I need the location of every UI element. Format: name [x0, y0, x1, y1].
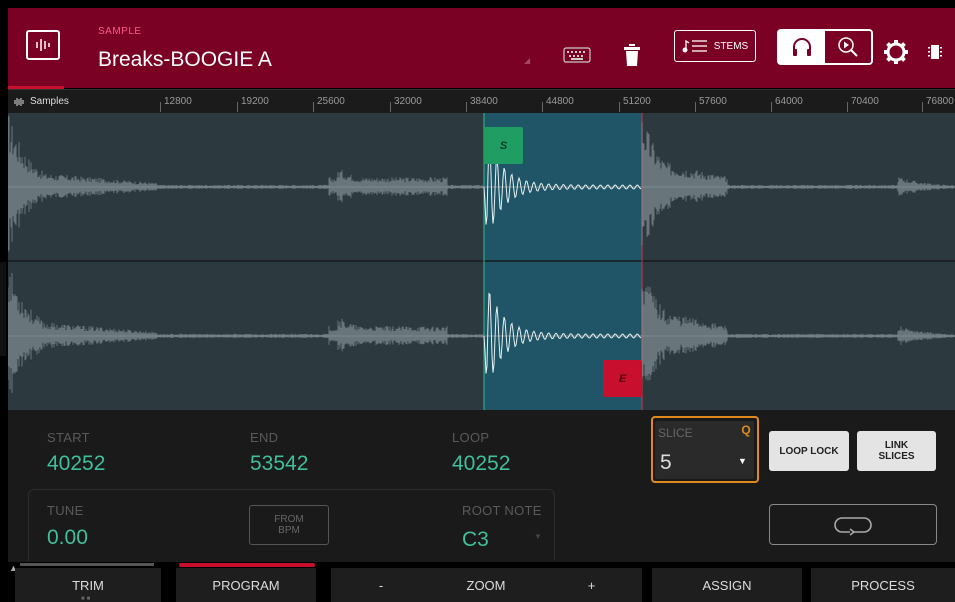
slice-value[interactable]: 5 [660, 451, 672, 475]
program-button[interactable]: PROGRAM [176, 568, 316, 602]
process-button[interactable]: PROCESS [811, 568, 955, 602]
slice-label: SLICE [658, 426, 693, 440]
ruler-unit[interactable]: Samples [14, 96, 69, 107]
from-bpm-label: FROM BPM [274, 514, 304, 536]
quantize-badge[interactable]: Q [738, 421, 754, 439]
stems-label: STEMS [713, 40, 749, 52]
ruler-unit-label: Samples [30, 96, 69, 107]
tune-label: TUNE [47, 503, 84, 518]
ruler-tick: 38400 [466, 96, 498, 112]
ruler-tick: 32000 [390, 96, 422, 112]
headphones-icon[interactable] [779, 31, 825, 63]
zoom-label: ZOOM [466, 577, 506, 593]
ruler-tick: 12800 [160, 96, 192, 112]
ruler-tick: 51200 [619, 96, 651, 112]
gear-icon[interactable] [882, 38, 910, 66]
ruler-tick: 25600 [313, 96, 345, 112]
from-bpm-button[interactable]: FROM BPM [249, 505, 329, 545]
zoom-group: - ZOOM + [331, 568, 642, 602]
chip-icon[interactable] [926, 40, 944, 64]
waveform-right-channel [8, 272, 955, 393]
zoom-in-button[interactable]: + [541, 568, 642, 602]
keyboard-icon[interactable] [562, 46, 592, 64]
zoom-play-icon[interactable] [825, 31, 871, 63]
start-label: START [47, 430, 90, 445]
waveform-icon[interactable] [26, 30, 60, 60]
zoom-out-button[interactable]: - [331, 568, 431, 602]
waveform-left-channel [8, 114, 955, 253]
trim-indicator [20, 563, 154, 566]
end-marker[interactable]: E [603, 360, 642, 397]
loop-toggle-button[interactable] [769, 504, 937, 545]
ruler-tick: 70400 [847, 96, 879, 112]
sample-label: SAMPLE [98, 26, 142, 37]
page-dots: ■■ [81, 596, 93, 602]
program-indicator [179, 563, 315, 567]
scroll-handle[interactable] [0, 262, 6, 356]
loop-lock-button[interactable]: LOOP LOCK [769, 431, 849, 471]
ruler-tick: 19200 [237, 96, 269, 112]
timeline-ruler[interactable]: Samples 12800 19200 25600 32000 38400 44… [8, 89, 955, 113]
assign-button[interactable]: ASSIGN [652, 568, 802, 602]
ruler-tick: 64000 [771, 96, 803, 112]
chevron-down-icon[interactable]: ▼ [738, 456, 747, 466]
sample-name[interactable]: Breaks-BOOGIE A [98, 48, 272, 72]
root-note-label: ROOT NOTE [462, 503, 542, 518]
chevron-down-icon: ▼ [534, 532, 542, 541]
link-slices-button[interactable]: LINK SLICES [857, 431, 936, 471]
wave-small-icon [14, 97, 24, 106]
start-marker[interactable]: S [484, 127, 523, 164]
loop-value[interactable]: 40252 [452, 452, 510, 476]
stems-button[interactable]: STEMS [674, 30, 756, 62]
ruler-tick: 57600 [695, 96, 727, 112]
end-label: END [250, 430, 279, 445]
ruler-tick: 76800 [922, 96, 954, 112]
root-note-value[interactable]: C3 [462, 528, 489, 552]
loop-label: LOOP [452, 430, 490, 445]
loop-icon [834, 516, 872, 536]
end-value[interactable]: 53542 [250, 452, 308, 476]
start-value[interactable]: 40252 [47, 452, 105, 476]
stems-icon [682, 39, 707, 53]
tune-value[interactable]: 0.00 [47, 526, 88, 550]
chevron-down-icon: ◢ [524, 56, 531, 65]
audition-toggle[interactable] [777, 29, 873, 65]
link-slices-label: LINK SLICES [878, 440, 915, 462]
waveform-display[interactable] [8, 113, 955, 410]
trash-icon[interactable] [620, 40, 644, 70]
ruler-tick: 44800 [542, 96, 574, 112]
